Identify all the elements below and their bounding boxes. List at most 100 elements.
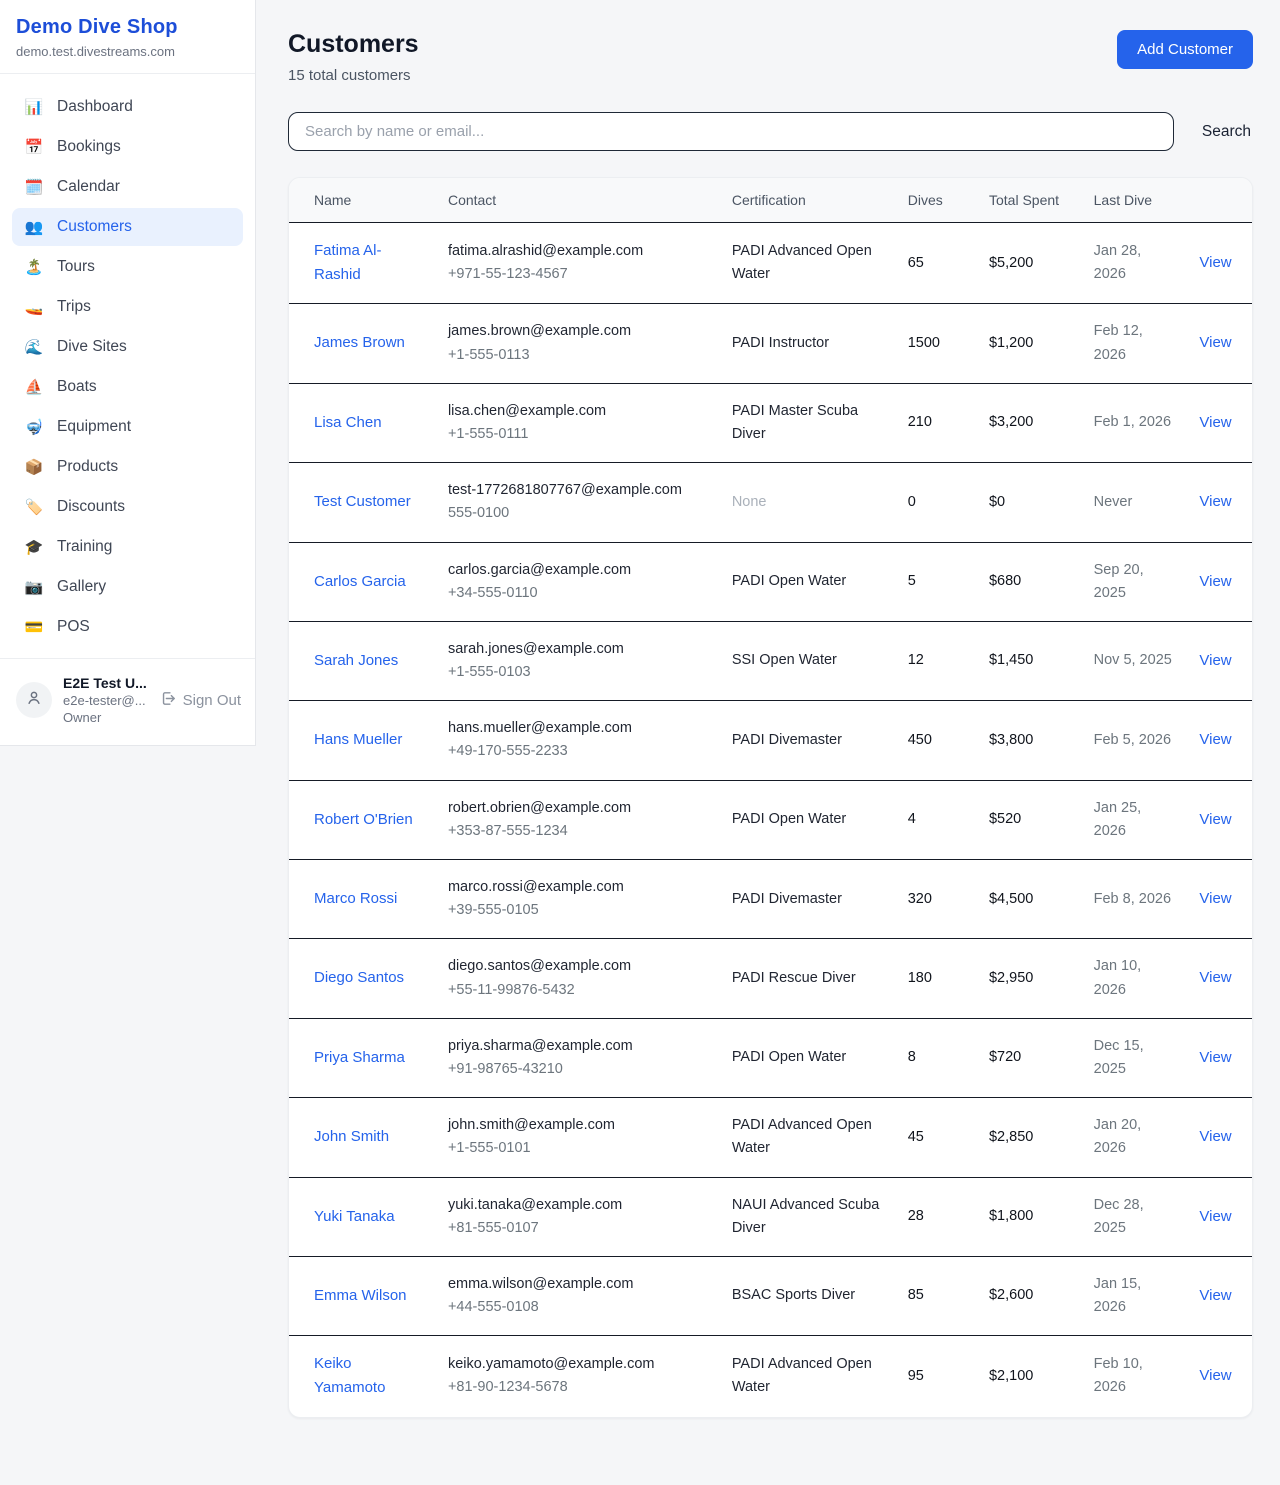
sidebar-item-customers[interactable]: 👥Customers (12, 208, 243, 246)
view-link[interactable]: View (1199, 414, 1231, 431)
customer-email: priya.sharma@example.com (448, 1035, 708, 1058)
table-row: Hans Muellerhans.mueller@example.com+49-… (289, 701, 1252, 780)
customer-action-cell: View (1187, 1177, 1252, 1256)
customer-last-dive-cell: Sep 20, 2025 (1082, 542, 1188, 621)
customer-email: lisa.chen@example.com (448, 400, 708, 423)
view-link[interactable]: View (1199, 811, 1231, 828)
customer-name-cell: James Brown (289, 304, 436, 383)
view-link[interactable]: View (1199, 493, 1231, 510)
customer-name-link[interactable]: Diego Santos (314, 969, 404, 986)
customer-dives-cell: 1500 (896, 304, 977, 383)
sidebar-item-label: Discounts (57, 498, 125, 516)
customer-name-link[interactable]: Test Customer (314, 493, 411, 510)
customer-name-link[interactable]: Yuki Tanaka (314, 1208, 395, 1225)
customer-name-link[interactable]: Marco Rossi (314, 890, 397, 907)
customer-name-link[interactable]: Lisa Chen (314, 414, 382, 431)
customer-email: fatima.alrashid@example.com (448, 240, 708, 263)
customer-name-link[interactable]: Priya Sharma (314, 1049, 405, 1066)
sidebar-item-gallery[interactable]: 📷Gallery (12, 568, 243, 606)
view-link[interactable]: View (1199, 1367, 1231, 1384)
customer-name-link[interactable]: Hans Mueller (314, 731, 402, 748)
sidebar-item-pos[interactable]: 💳POS (12, 608, 243, 646)
customer-name-link[interactable]: James Brown (314, 334, 405, 351)
sidebar-item-tours[interactable]: 🏝️Tours (12, 248, 243, 286)
sidebar-item-dive-sites[interactable]: 🌊Dive Sites (12, 328, 243, 366)
customer-action-cell: View (1187, 1336, 1252, 1417)
customer-action-cell: View (1187, 860, 1252, 939)
customer-email: keiko.yamamoto@example.com (448, 1353, 708, 1376)
customer-dives-cell: 28 (896, 1177, 977, 1256)
sidebar-item-products[interactable]: 📦Products (12, 448, 243, 486)
customer-contact-cell: priya.sharma@example.com+91-98765-43210 (436, 1018, 720, 1097)
view-link[interactable]: View (1199, 1128, 1231, 1145)
view-link[interactable]: View (1199, 731, 1231, 748)
customer-email: test-1772681807767@example.com (448, 479, 708, 502)
customer-name-link[interactable]: Fatima Al-Rashid (314, 242, 382, 283)
customers-table: Name Contact Certification Dives Total S… (289, 178, 1252, 1417)
dashboard-icon: 📊 (24, 98, 44, 116)
view-link[interactable]: View (1199, 1208, 1231, 1225)
customer-last-dive-cell: Feb 5, 2026 (1082, 701, 1188, 780)
table-row: Test Customer test-1772681807767@example.… (289, 463, 1252, 542)
customer-dives-cell: 5 (896, 542, 977, 621)
customer-total-spent-cell: $1,200 (977, 304, 1082, 383)
view-link[interactable]: View (1199, 652, 1231, 669)
column-header-certification: Certification (720, 178, 896, 223)
sidebar-item-discounts[interactable]: 🏷️Discounts (12, 488, 243, 526)
customer-contact-cell: diego.santos@example.com+55-11-99876-543… (436, 939, 720, 1018)
customer-name-cell: Test Customer (289, 463, 436, 542)
sidebar-item-boats[interactable]: ⛵Boats (12, 368, 243, 406)
table-row: Sarah Jones sarah.jones@example.com+1-555… (289, 621, 1252, 700)
customer-name-link[interactable]: Keiko Yamamoto (314, 1355, 385, 1396)
customer-name-link[interactable]: Sarah Jones (314, 652, 398, 669)
customer-action-cell: View (1187, 223, 1252, 304)
add-customer-button[interactable]: Add Customer (1117, 30, 1253, 69)
calendar-icon: 🗓️ (24, 178, 44, 196)
sign-out-button[interactable]: Sign Out (160, 690, 241, 711)
sidebar-item-dashboard[interactable]: 📊Dashboard (12, 88, 243, 126)
sidebar-item-calendar[interactable]: 🗓️Calendar (12, 168, 243, 206)
customer-email: marco.rossi@example.com (448, 876, 708, 899)
sidebar-item-training[interactable]: 🎓Training (12, 528, 243, 566)
customer-name-link[interactable]: Emma Wilson (314, 1287, 407, 1304)
customer-last-dive-cell: Jan 28, 2026 (1082, 223, 1188, 304)
view-link[interactable]: View (1199, 254, 1231, 271)
customer-name-link[interactable]: Robert O'Brien (314, 811, 413, 828)
sidebar-item-bookings[interactable]: 📅Bookings (12, 128, 243, 166)
customer-phone: +81-90-1234-5678 (448, 1376, 708, 1399)
view-link[interactable]: View (1199, 969, 1231, 986)
sidebar-item-equipment[interactable]: 🤿Equipment (12, 408, 243, 446)
view-link[interactable]: View (1199, 890, 1231, 907)
customer-dives-cell: 65 (896, 223, 977, 304)
customer-total-spent-cell: $2,100 (977, 1336, 1082, 1417)
sidebar-item-trips[interactable]: 🚤Trips (12, 288, 243, 326)
customer-phone: +1-555-0111 (448, 423, 708, 446)
customer-name-link[interactable]: Carlos Garcia (314, 573, 406, 590)
customer-total-spent-cell: $3,800 (977, 701, 1082, 780)
customer-certification-cell: SSI Open Water (720, 621, 896, 700)
customer-total-spent-cell: $520 (977, 780, 1082, 859)
column-header-name: Name (289, 178, 436, 223)
customer-certification-cell: PADI Open Water (720, 1018, 896, 1097)
search-input[interactable] (288, 112, 1174, 151)
customer-action-cell: View (1187, 383, 1252, 462)
customer-contact-cell: john.smith@example.com+1-555-0101 (436, 1098, 720, 1177)
customer-name-link[interactable]: John Smith (314, 1128, 389, 1145)
customer-last-dive-cell: Jan 25, 2026 (1082, 780, 1188, 859)
customer-dives-cell: 8 (896, 1018, 977, 1097)
tours-icon: 🏝️ (24, 258, 44, 276)
search-button[interactable]: Search (1200, 123, 1253, 141)
table-row: Yuki Tanakayuki.tanaka@example.com+81-55… (289, 1177, 1252, 1256)
view-link[interactable]: View (1199, 1049, 1231, 1066)
view-link[interactable]: View (1199, 573, 1231, 590)
customer-contact-cell: sarah.jones@example.com+1-555-0103 (436, 621, 720, 700)
customer-phone: 555-0100 (448, 502, 708, 525)
view-link[interactable]: View (1199, 334, 1231, 351)
sidebar-footer: E2E Test U... e2e-tester@... Owner Sign … (0, 658, 255, 745)
customer-phone: +34-555-0110 (448, 582, 708, 605)
sidebar-nav: 📊Dashboard📅Bookings🗓️Calendar👥Customers🏝… (0, 74, 255, 658)
customer-certification-cell: BSAC Sports Diver (720, 1256, 896, 1335)
customer-contact-cell: james.brown@example.com+1-555-0113 (436, 304, 720, 383)
view-link[interactable]: View (1199, 1287, 1231, 1304)
sidebar-item-label: Gallery (57, 578, 106, 596)
